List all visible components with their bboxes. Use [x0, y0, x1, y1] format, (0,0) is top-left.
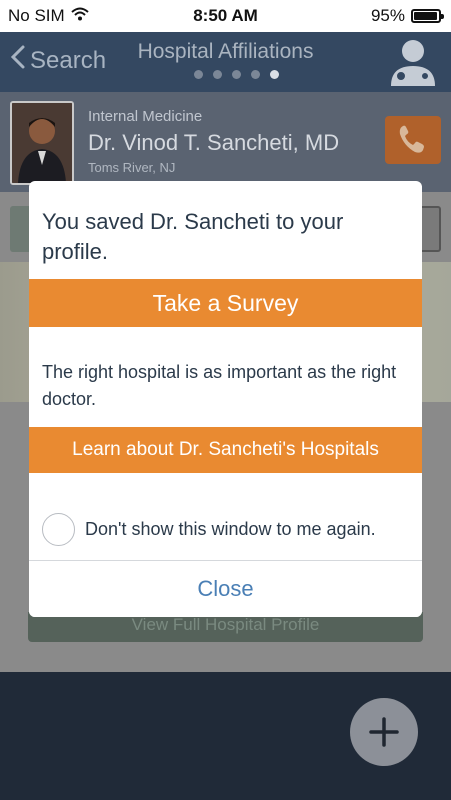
saved-doctor-dialog: You saved Dr. Sancheti to your profile. …: [29, 181, 422, 617]
page-indicator: [194, 70, 279, 79]
dont-show-again-checkbox[interactable]: [42, 513, 75, 546]
page-title: Hospital Affiliations: [137, 40, 314, 63]
status-bar: No SIM 8:50 AM 95%: [0, 0, 451, 32]
dont-show-again-row[interactable]: Don't show this window to me again.: [42, 513, 376, 546]
close-button[interactable]: Close: [29, 561, 422, 617]
call-button[interactable]: [385, 116, 441, 164]
add-button[interactable]: [350, 698, 418, 766]
doctor-name: Dr. Vinod T. Sancheti, MD: [88, 130, 340, 155]
page-dot: [213, 70, 222, 79]
battery-icon: [411, 9, 444, 23]
dialog-title: You saved Dr. Sancheti to your profile.: [42, 209, 344, 264]
doctor-profile-icon[interactable]: [385, 34, 441, 88]
page-dot: [232, 70, 241, 79]
dialog-message: The right hospital is as important as th…: [42, 362, 397, 409]
nav-bar: Search Hospital Affiliations: [0, 32, 451, 92]
doctor-photo: [10, 101, 74, 185]
dont-show-again-label: Don't show this window to me again.: [85, 519, 376, 539]
doctor-location: Toms River, NJ: [88, 160, 176, 175]
page-dot: [270, 70, 279, 79]
plus-icon: [350, 717, 418, 770]
page-dot: [194, 70, 203, 79]
take-survey-button[interactable]: Take a Survey: [29, 279, 422, 327]
doctor-header: Internal Medicine Dr. Vinod T. Sancheti,…: [0, 92, 451, 192]
learn-hospitals-button[interactable]: Learn about Dr. Sancheti's Hospitals: [29, 427, 422, 473]
battery-percent: 95%: [370, 6, 405, 25]
app-screen: No SIM 8:50 AM 95% Search Hospital Affil…: [0, 0, 451, 800]
status-right: 95%: [370, 6, 444, 26]
phone-icon: [385, 125, 441, 168]
doctor-specialty: Internal Medicine: [88, 108, 203, 125]
page-dot: [251, 70, 260, 79]
